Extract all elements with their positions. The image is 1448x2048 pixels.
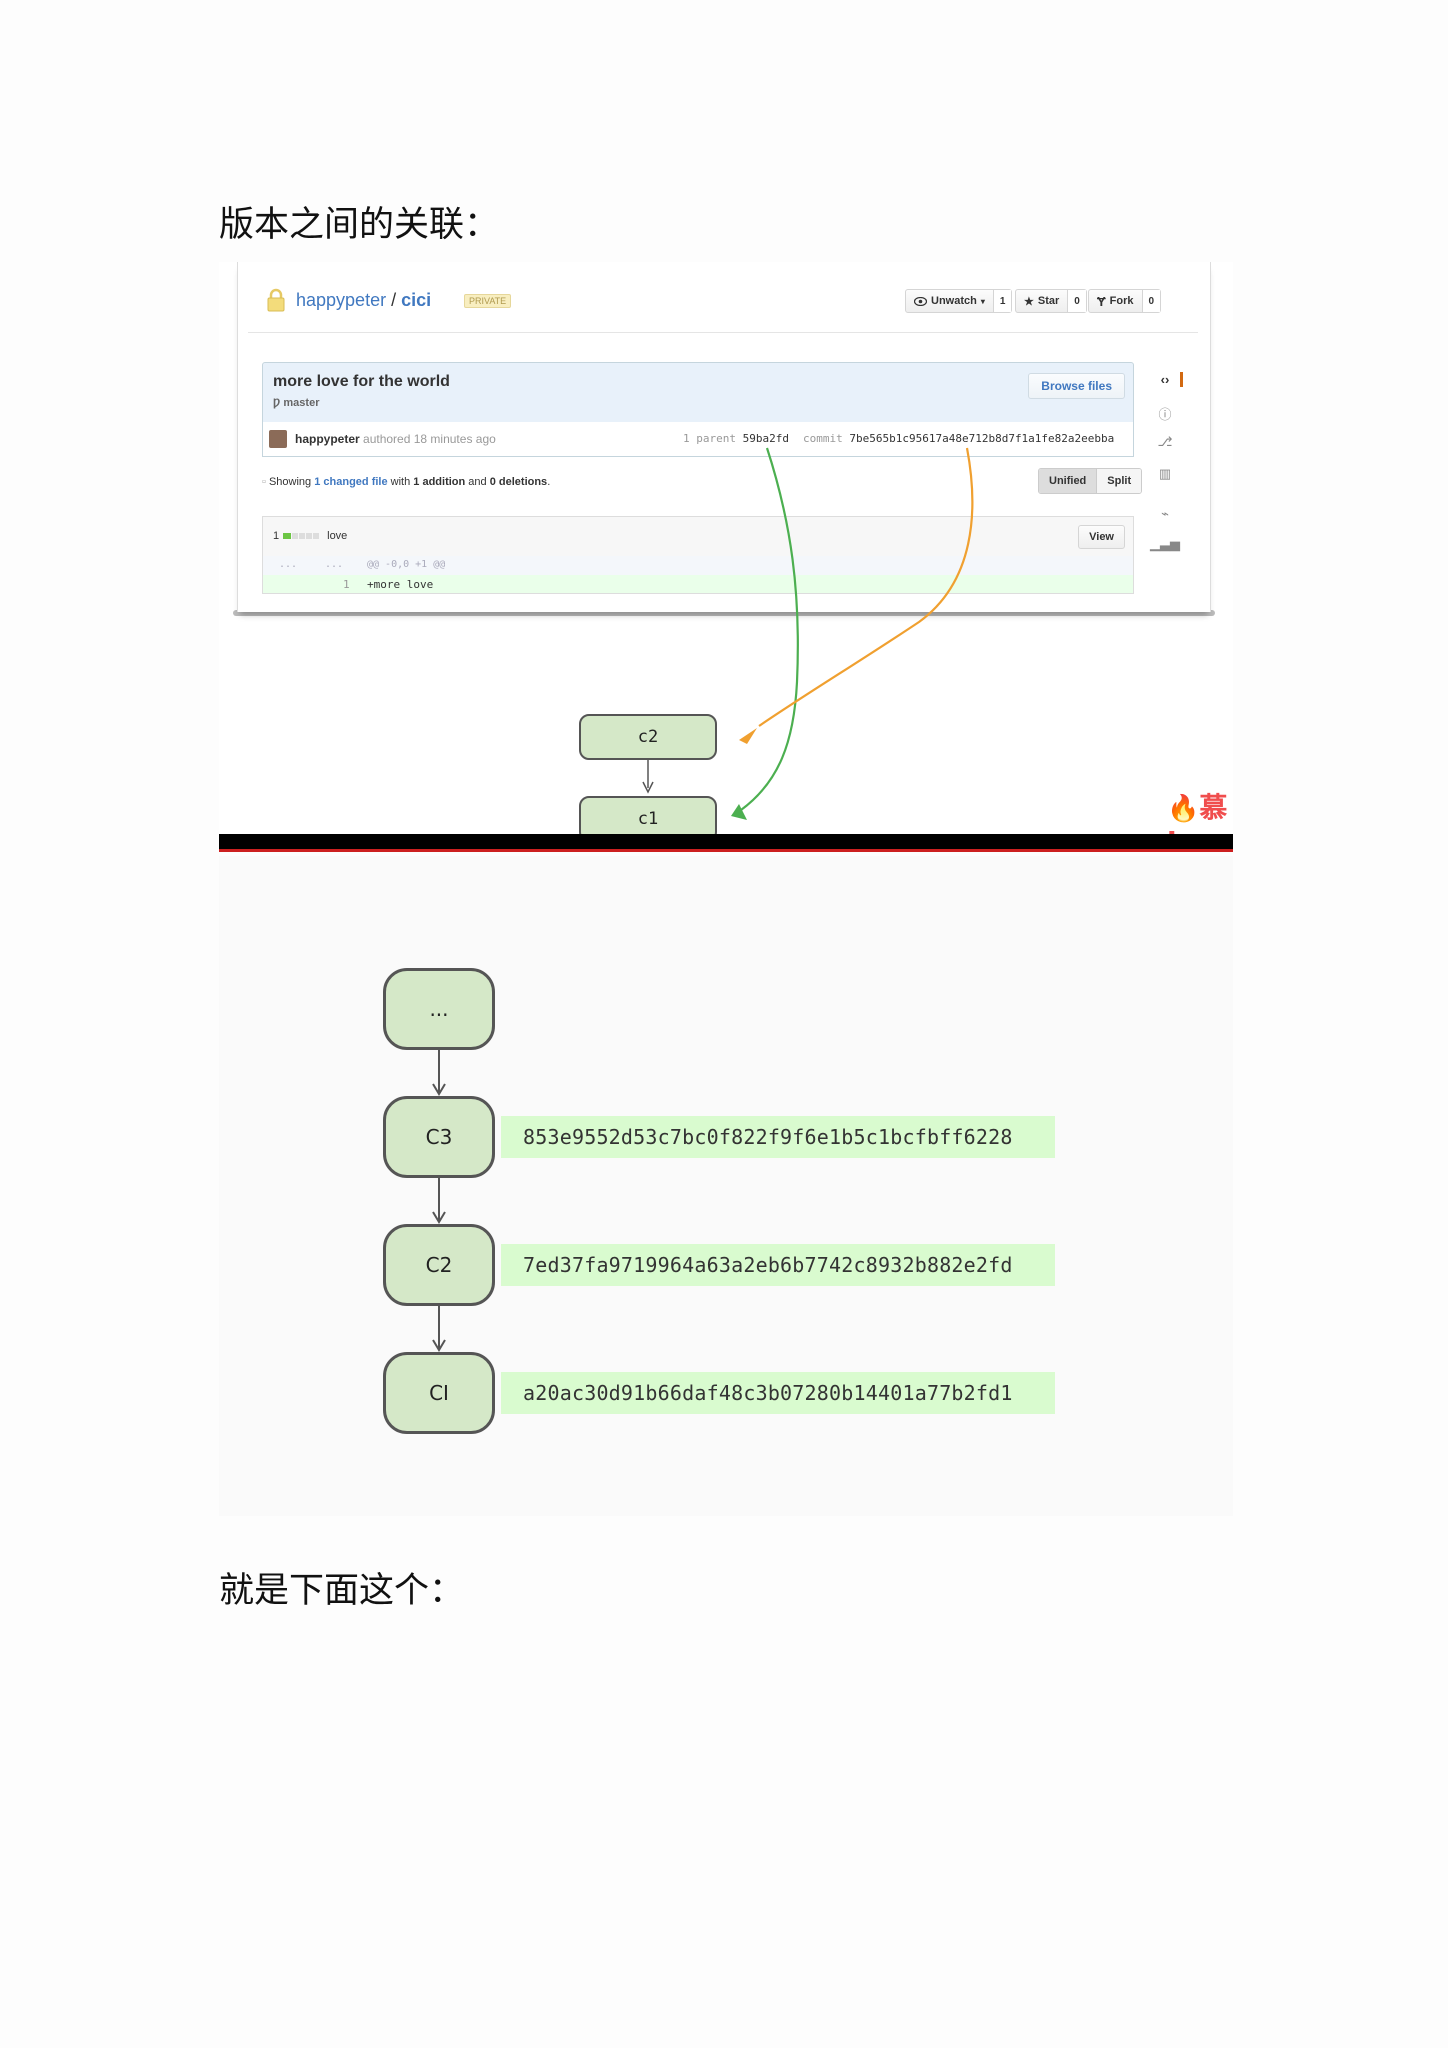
commit-node-c3: C3 bbox=[383, 1096, 495, 1178]
parent-to-c1-arrow bbox=[740, 447, 799, 811]
commit-hash-c3: 853e9552d53c7bc0f822f9f6e1b5c1bcfbff6228 bbox=[501, 1116, 1055, 1158]
commit-node-ellipsis: ... bbox=[383, 968, 495, 1050]
commit-chain-diagram: ... C3 853e9552d53c7bc0f822f9f6e1b5c1bcf… bbox=[219, 856, 1233, 1516]
flame-icon: 🔥 bbox=[1167, 794, 1200, 824]
commit-to-c2-arrow bbox=[758, 447, 974, 727]
section-heading-below: 就是下面这个： bbox=[219, 1571, 465, 1611]
commit-hash-c2: 7ed37fa9719964a63a2eb6b7742c8932b882e2fd bbox=[501, 1244, 1055, 1286]
video-frame-screenshot: happypeter / cici PRIVATE Unwatch ▾ 1 ★ S… bbox=[219, 262, 1233, 852]
orange-arrow-head bbox=[739, 728, 757, 744]
commit-hash-c1: a20ac30d91b66daf48c3b07280b14401a77b2fd1 bbox=[501, 1372, 1055, 1414]
commit-node-c2: c2 bbox=[579, 714, 717, 760]
section-heading-relation: 版本之间的关联： bbox=[219, 205, 500, 245]
chain-connectors bbox=[432, 1050, 446, 1352]
video-progress-line[interactable] bbox=[219, 849, 1233, 852]
arrow-overlay bbox=[642, 447, 974, 820]
commit-node-c2: C2 bbox=[383, 1224, 495, 1306]
commit-node-c1: CI bbox=[383, 1352, 495, 1434]
